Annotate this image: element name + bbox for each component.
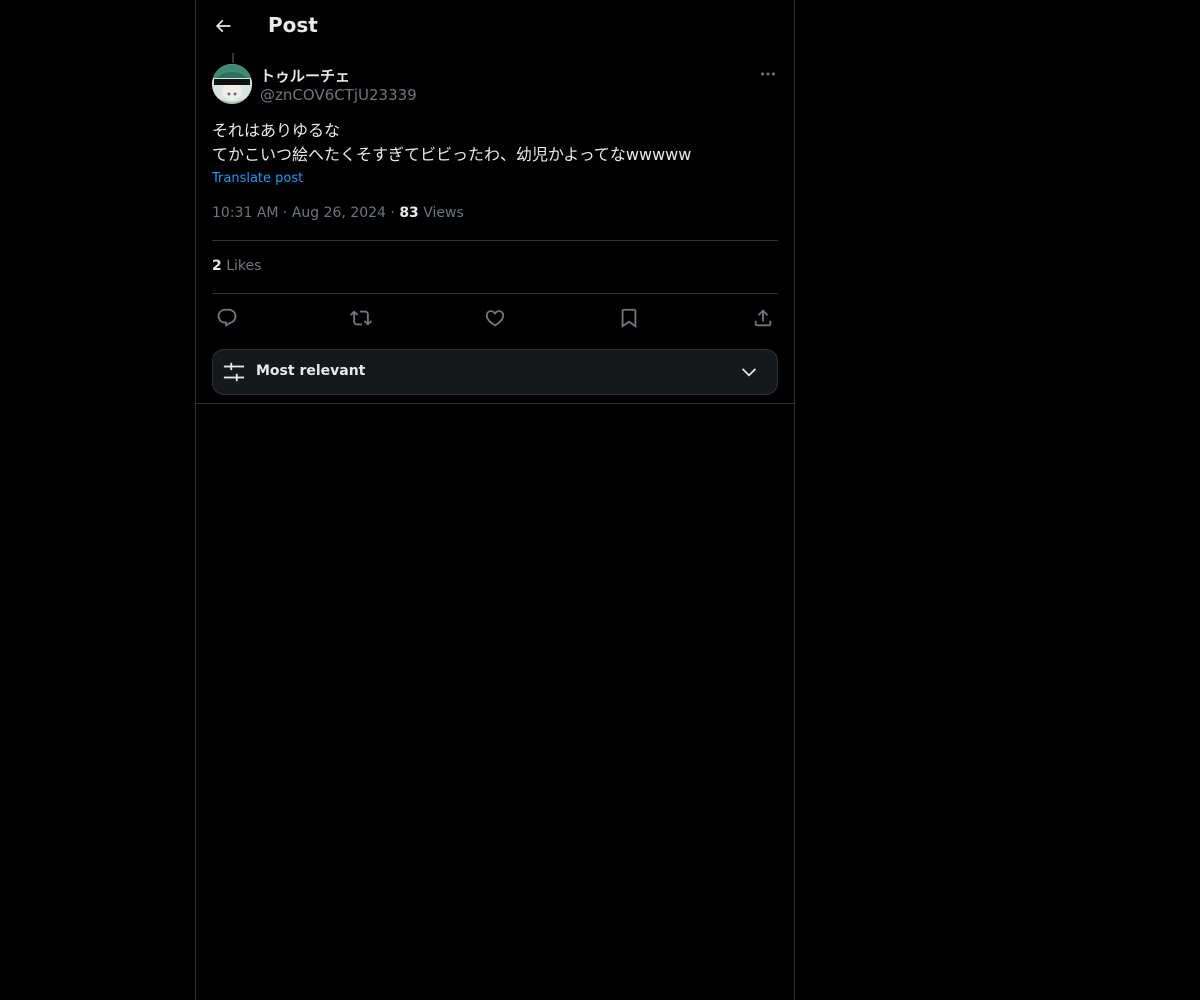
likes-label: Likes	[226, 258, 262, 274]
bookmark-icon	[621, 308, 637, 329]
header: Post	[196, 0, 794, 53]
avatar[interactable]	[212, 64, 252, 104]
sort-dropdown[interactable]: Most relevant	[212, 349, 778, 395]
post-date[interactable]: Aug 26, 2024	[292, 205, 386, 221]
meta-separator: ·	[390, 205, 400, 221]
thread-line	[232, 53, 234, 63]
arrow-left-icon	[215, 19, 231, 33]
divider	[212, 293, 778, 294]
like-button[interactable]	[480, 303, 510, 333]
likes-stat[interactable]: 2 Likes	[212, 258, 261, 274]
share-button[interactable]	[748, 303, 778, 333]
more-icon	[761, 72, 775, 76]
more-button[interactable]	[756, 62, 780, 86]
divider	[212, 240, 778, 241]
divider	[196, 403, 794, 404]
author-name[interactable]: トゥルーチェ	[260, 65, 350, 86]
post-meta: 10:31 AM · Aug 26, 2024 · 83 Views	[212, 205, 464, 221]
reply-icon	[217, 308, 237, 327]
post-text-line: それはありゆるな	[212, 121, 341, 140]
page-title: Post	[268, 13, 318, 37]
likes-count: 2	[212, 258, 222, 274]
chevron-down-icon	[741, 368, 757, 377]
back-button[interactable]	[208, 11, 238, 41]
views-count: 83	[399, 205, 419, 221]
action-bar	[212, 303, 778, 333]
post-text-line: てかこいつ絵へたくそすぎてビビったわ、幼児かよってなwwwww	[212, 145, 692, 164]
views-label: Views	[423, 205, 464, 221]
meta-separator: ·	[282, 205, 292, 221]
avatar-image	[212, 64, 252, 104]
share-icon	[754, 309, 772, 327]
repost-icon	[350, 310, 372, 326]
heart-icon	[485, 310, 505, 327]
post-text: それはありゆるな てかこいつ絵へたくそすぎてビビったわ、幼児かよってなwwwww	[212, 119, 778, 167]
post-column: Post トゥルーチェ @znCOV6CTjU23339 それはありゆるな てか…	[195, 0, 795, 1000]
post-time[interactable]: 10:31 AM	[212, 205, 278, 221]
repost-button[interactable]	[346, 303, 376, 333]
sort-label: Most relevant	[256, 363, 366, 379]
reply-button[interactable]	[212, 303, 242, 333]
author-handle[interactable]: @znCOV6CTjU23339	[260, 86, 417, 104]
translate-link[interactable]: Translate post	[212, 171, 303, 186]
sliders-icon	[223, 362, 245, 382]
bookmark-button[interactable]	[614, 303, 644, 333]
